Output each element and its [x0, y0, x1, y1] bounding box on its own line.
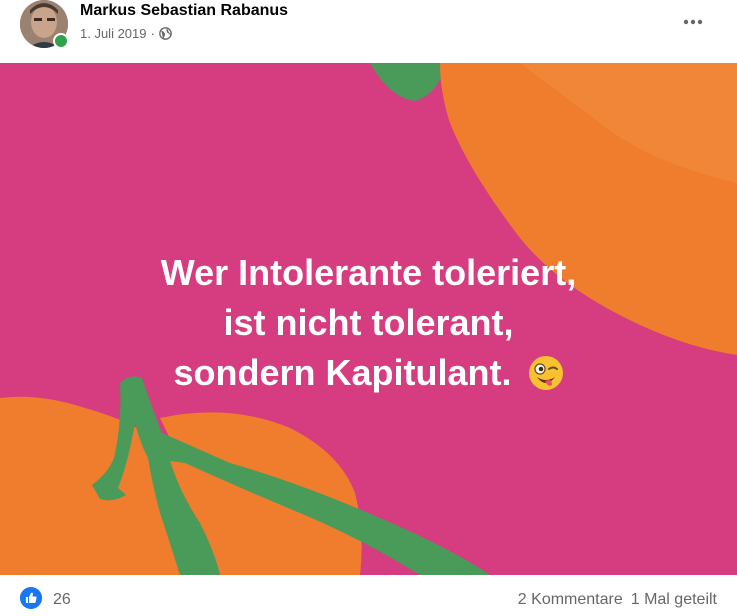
online-status-dot: [53, 33, 69, 49]
post-image[interactable]: Wer Intolerante toleriert, ist nicht tol…: [0, 63, 737, 575]
quote-line-3-text: sondern Kapitulant.: [173, 352, 512, 393]
winking-face-with-tongue-emoji: [528, 356, 563, 390]
author-name[interactable]: Markus Sebastian Rabanus: [80, 2, 288, 20]
shares-count[interactable]: 1 Mal geteilt: [631, 591, 717, 609]
ellipsis-icon[interactable]: [680, 12, 706, 32]
quote-text: Wer Intolerante toleriert, ist nicht tol…: [0, 248, 737, 398]
like-count[interactable]: 26: [53, 591, 71, 609]
comments-count[interactable]: 2 Kommentare: [518, 591, 623, 609]
like-icon[interactable]: [20, 587, 42, 609]
globe-icon: [159, 27, 172, 40]
post-header: Markus Sebastian Rabanus 1. Juli 2019 ·: [0, 0, 737, 63]
quote-line-3: sondern Kapitulant.: [0, 348, 737, 398]
quote-line-1: Wer Intolerante toleriert,: [160, 252, 577, 293]
post-footer: 26 2 Kommentare 1 Mal geteilt: [0, 575, 737, 616]
post-date[interactable]: 1. Juli 2019: [80, 26, 147, 41]
post-stats: 2 Kommentare 1 Mal geteilt: [518, 591, 717, 609]
quote-line-2: ist nicht tolerant,: [223, 302, 514, 343]
post-meta: 1. Juli 2019 ·: [80, 26, 172, 41]
meta-separator: ·: [150, 26, 155, 41]
